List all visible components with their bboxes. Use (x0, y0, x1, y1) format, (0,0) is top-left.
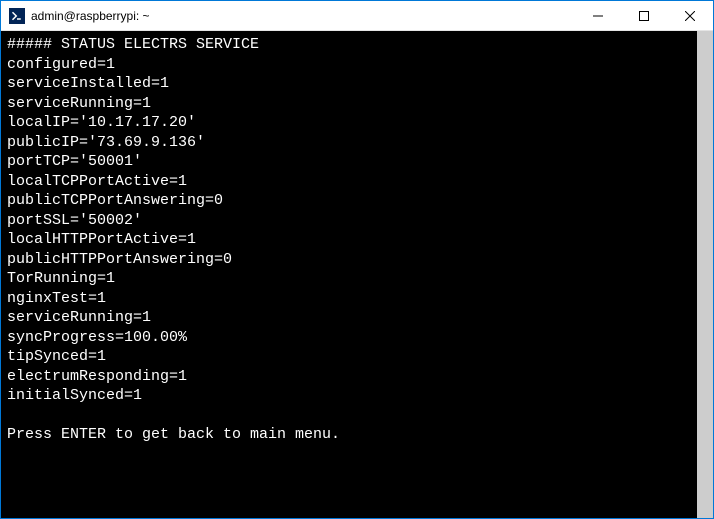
terminal-line: electrumResponding=1 (7, 367, 691, 387)
powershell-icon (9, 8, 25, 24)
close-icon (685, 11, 695, 21)
terminal-line: serviceInstalled=1 (7, 74, 691, 94)
terminal-line: tipSynced=1 (7, 347, 691, 367)
terminal-line: Press ENTER to get back to main menu. (7, 425, 691, 445)
terminal-line: publicIP='73.69.9.136' (7, 133, 691, 153)
terminal-line: localHTTPPortActive=1 (7, 230, 691, 250)
terminal-line: localIP='10.17.17.20' (7, 113, 691, 133)
terminal-line: serviceRunning=1 (7, 308, 691, 328)
terminal-line: serviceRunning=1 (7, 94, 691, 114)
terminal-line (7, 406, 691, 426)
maximize-icon (639, 11, 649, 21)
terminal-line: ##### STATUS ELECTRS SERVICE (7, 35, 691, 55)
minimize-icon (593, 11, 603, 21)
terminal-line: TorRunning=1 (7, 269, 691, 289)
terminal-line: portSSL='50002' (7, 211, 691, 231)
terminal-line: portTCP='50001' (7, 152, 691, 172)
window-titlebar: admin@raspberrypi: ~ (1, 1, 713, 31)
terminal-output[interactable]: ##### STATUS ELECTRS SERVICEconfigured=1… (1, 31, 697, 518)
terminal-line: nginxTest=1 (7, 289, 691, 309)
terminal-line: localTCPPortActive=1 (7, 172, 691, 192)
terminal-line: configured=1 (7, 55, 691, 75)
terminal-line: syncProgress=100.00% (7, 328, 691, 348)
terminal-line: publicHTTPPortAnswering=0 (7, 250, 691, 270)
scrollbar-thumb[interactable] (697, 31, 713, 518)
vertical-scrollbar[interactable] (697, 31, 713, 518)
terminal-line: initialSynced=1 (7, 386, 691, 406)
close-button[interactable] (667, 1, 713, 30)
window-controls (575, 1, 713, 30)
terminal-container: ##### STATUS ELECTRS SERVICEconfigured=1… (1, 31, 713, 518)
window-title: admin@raspberrypi: ~ (31, 9, 575, 23)
minimize-button[interactable] (575, 1, 621, 30)
terminal-line: publicTCPPortAnswering=0 (7, 191, 691, 211)
maximize-button[interactable] (621, 1, 667, 30)
